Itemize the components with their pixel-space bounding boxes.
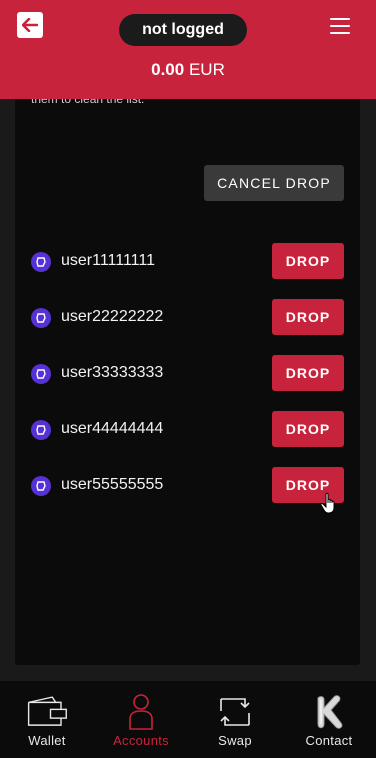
k-logo-icon xyxy=(308,693,350,731)
account-avatar-icon xyxy=(31,364,51,384)
back-button[interactable] xyxy=(17,12,43,38)
balance-amount: 0.00 xyxy=(151,60,185,79)
wallet-icon xyxy=(26,693,68,731)
nav-contact[interactable]: Contact xyxy=(282,681,376,758)
account-name: user44444444 xyxy=(61,420,164,437)
account-name: user11111111 xyxy=(61,252,155,269)
nav-swap-label: Swap xyxy=(218,733,252,748)
account-avatar-icon xyxy=(31,476,51,496)
account-name: user33333333 xyxy=(61,364,164,381)
menu-line xyxy=(330,18,350,21)
nav-accounts-label: Accounts xyxy=(113,733,169,748)
nav-wallet[interactable]: Wallet xyxy=(0,681,94,758)
cancel-drop-button[interactable]: CANCEL DROP xyxy=(204,165,344,201)
hand-cursor-icon xyxy=(320,492,335,514)
account-row: user44444444 DROP xyxy=(30,411,345,467)
drop-button[interactable]: DROP xyxy=(272,355,344,391)
account-name: user55555555 xyxy=(61,476,164,493)
arrow-left-icon xyxy=(22,18,38,32)
account-avatar-icon xyxy=(31,420,51,440)
account-row: user22222222 DROP xyxy=(30,299,345,355)
drop-button[interactable]: DROP xyxy=(272,411,344,447)
user-icon xyxy=(120,693,162,731)
menu-line xyxy=(330,31,350,34)
account-list: user11111111 DROP user22222222 DROP user… xyxy=(30,243,345,523)
balance-currency: EUR xyxy=(188,60,225,79)
nav-contact-label: Contact xyxy=(305,733,353,748)
nav-accounts[interactable]: Accounts xyxy=(94,681,188,758)
drop-button[interactable]: DROP xyxy=(272,243,344,279)
accounts-card: them to clean the list. CANCEL DROP user… xyxy=(15,80,360,665)
account-row: user11111111 DROP xyxy=(30,243,345,299)
account-avatar-icon xyxy=(31,308,51,328)
menu-line xyxy=(330,24,350,28)
app-header: not logged 0.00 EUR xyxy=(0,0,376,99)
nav-wallet-label: Wallet xyxy=(28,733,66,748)
balance-display: 0.00 EUR xyxy=(0,60,376,80)
swap-icon xyxy=(214,693,256,731)
nav-swap[interactable]: Swap xyxy=(188,681,282,758)
account-name: user22222222 xyxy=(61,308,164,325)
account-row: user33333333 DROP xyxy=(30,355,345,411)
account-row: user55555555 DROP xyxy=(30,467,345,523)
account-avatar-icon xyxy=(31,252,51,272)
bottom-navigation: Wallet Accounts Swap Contact xyxy=(0,681,376,758)
drop-button[interactable]: DROP xyxy=(272,299,344,335)
hamburger-menu-button[interactable] xyxy=(328,16,352,36)
login-status-badge[interactable]: not logged xyxy=(119,14,247,46)
